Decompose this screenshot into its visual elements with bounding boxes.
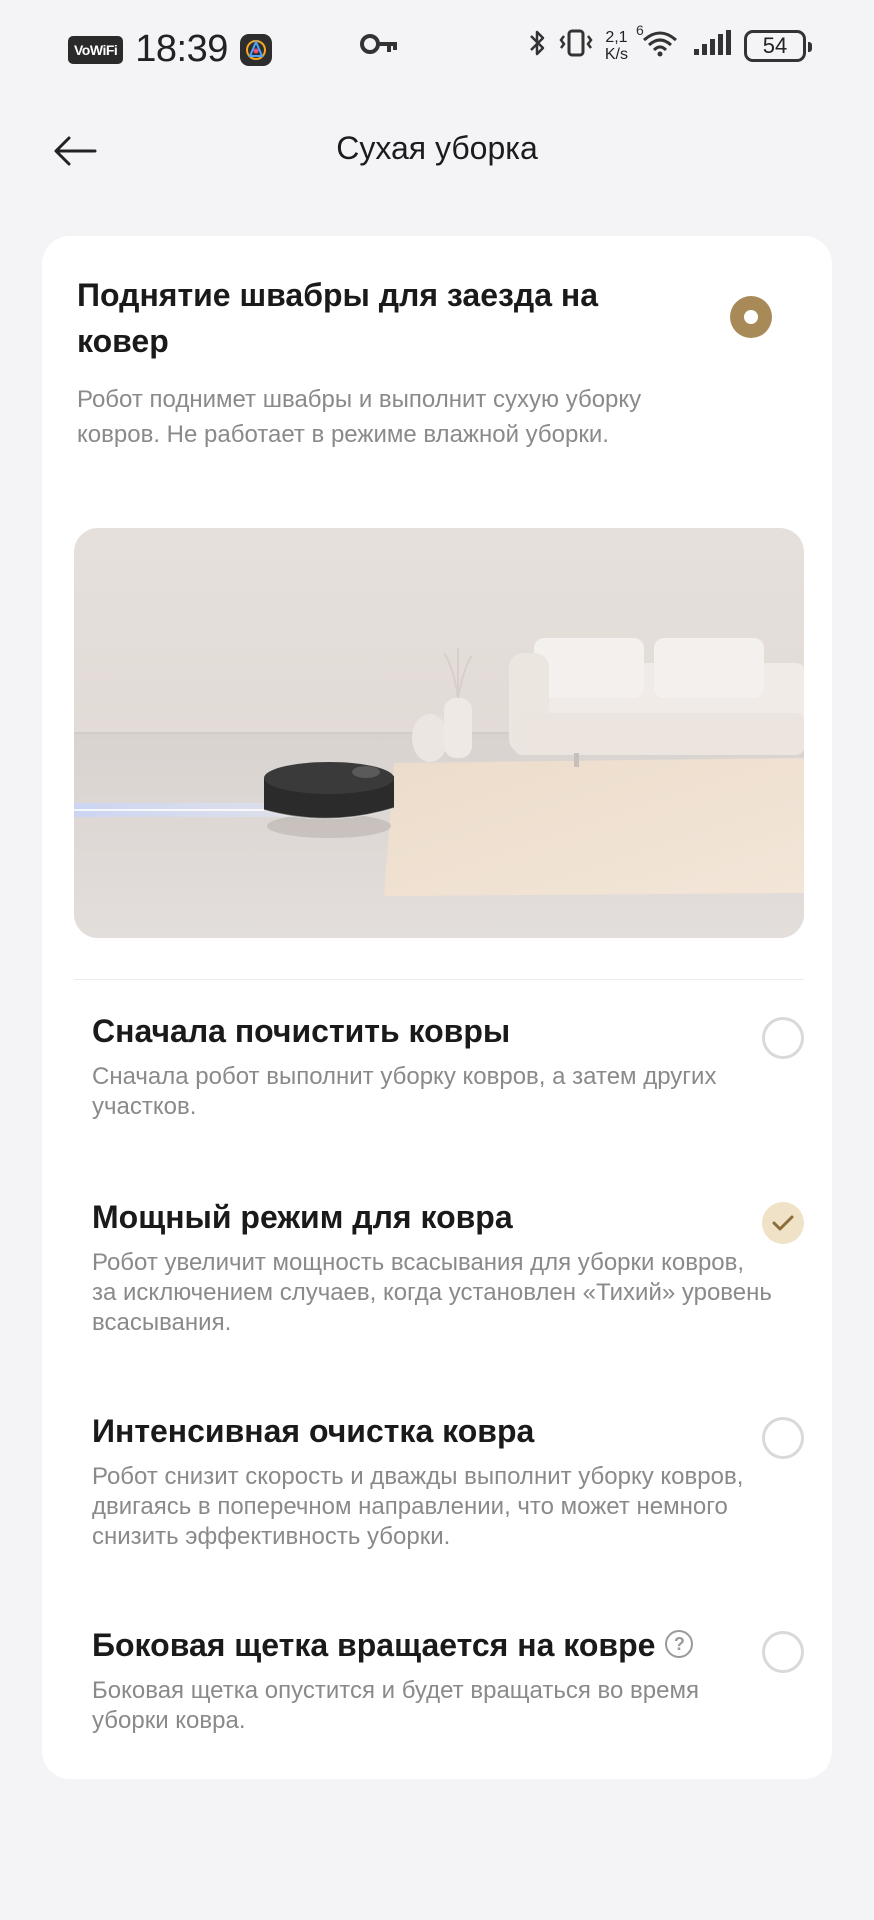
page-title: Сухая уборка [336,130,538,166]
vibrate-icon [559,28,593,63]
clean-carpets-first-option: Сначала почистить ковры Сначала робот вы… [92,1008,792,1122]
status-bar: VoWiFi 18:39 2,1 K/s 6 54 [0,0,874,100]
mop-lift-option: Поднятие швабры для заезда на ковер Робо… [77,272,677,452]
network-speed-value: 2,1 [605,28,628,46]
clean-carpets-first-description: Сначала робот выполнит уборку ковров, а … [92,1063,717,1120]
network-speed-unit: K/s [604,45,628,63]
settings-card: Поднятие швабры для заезда на ковер Робо… [42,236,832,1779]
mop-lift-description: Робот поднимет швабры и выполнит сухую у… [77,386,642,448]
intensive-carpet-title: Интенсивная очистка ковра [92,1413,535,1449]
vpn-key-icon [360,32,400,61]
app-bar: Сухая уборка [0,100,874,200]
battery-indicator: 54 [744,29,812,62]
bluetooth-icon [527,28,547,63]
wifi-label: 6 [636,22,644,38]
mop-lift-radio[interactable] [730,296,772,338]
vowifi-badge: VoWiFi [68,35,124,64]
robot-carpet-illustration [74,528,804,938]
side-brush-option: Боковая щетка вращается на ковре? Бокова… [92,1622,792,1736]
side-brush-description: Боковая щетка опустится и будет вращатьс… [92,1677,699,1734]
signal-icon [692,29,732,62]
mop-lift-title: Поднятие швабры для заезда на ковер [77,277,599,359]
clean-carpets-first-title: Сначала почистить ковры [92,1013,511,1049]
intensive-carpet-description: Робот снизит скорость и дважды выполнит … [92,1463,744,1550]
intensive-carpet-option: Интенсивная очистка ковра Робот снизит с… [92,1408,792,1552]
section-divider [74,979,804,980]
help-icon[interactable]: ? [665,1629,694,1658]
status-left: VoWiFi 18:39 [68,28,272,71]
carpet-boost-option: Мощный режим для ковра Робот увеличит мо… [92,1194,792,1338]
carpet-boost-description: Робот увеличит мощность всасывания для у… [92,1249,772,1336]
side-brush-title-row: Боковая щетка вращается на ковре? [92,1622,792,1668]
status-right: 2,1 K/s 6 54 [527,22,812,63]
wifi-icon: 6 [636,22,680,63]
network-speed: 2,1 K/s [605,29,628,63]
carpet-boost-title: Мощный режим для ковра [92,1199,513,1235]
carpet-boost-checkbox[interactable] [762,1202,804,1244]
checkmark-icon [772,1215,794,1231]
side-brush-checkbox[interactable] [762,1631,804,1673]
app-notification-icon [239,33,272,66]
status-time: 18:39 [135,28,228,70]
intensive-carpet-checkbox[interactable] [762,1417,804,1459]
clean-carpets-first-checkbox[interactable] [762,1017,804,1059]
side-brush-title: Боковая щетка вращается на ковре [92,1627,656,1663]
